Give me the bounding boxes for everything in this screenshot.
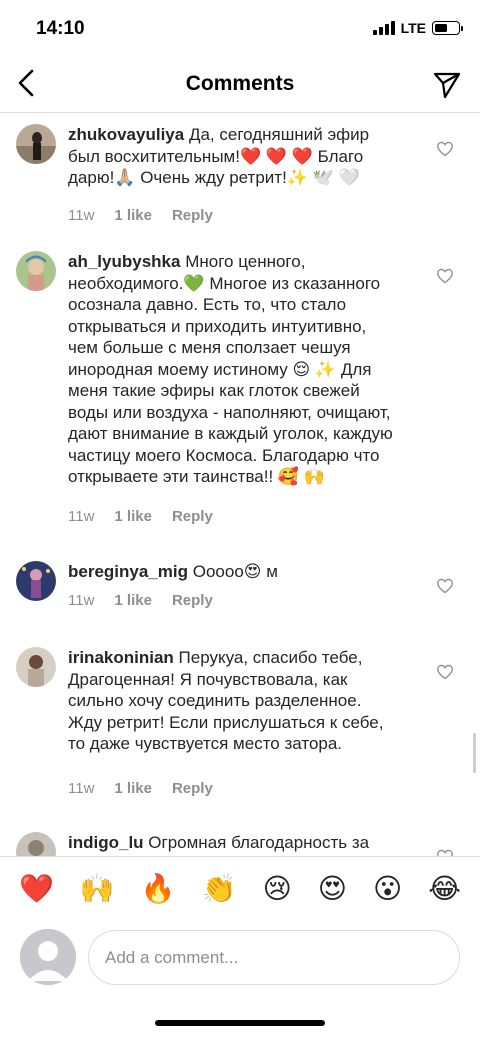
comment-age: 11w [68, 508, 95, 525]
reply-button[interactable]: Reply [172, 592, 213, 609]
emoji-reaction-bar: ❤️ 🙌 🔥 👏 😢 😍 😮 😂 [0, 856, 480, 920]
like-heart-icon[interactable] [436, 849, 454, 856]
like-heart-icon[interactable] [436, 664, 454, 680]
comment-username[interactable]: indigo_lu [68, 833, 144, 852]
clapping-emoji-button[interactable]: 👏 [202, 872, 237, 905]
comment-age: 11w [68, 780, 95, 797]
comment-meta: 11w 1 like Reply [68, 207, 213, 224]
like-heart-icon[interactable] [436, 141, 454, 157]
header: Comments [0, 58, 480, 113]
surprised-emoji-button[interactable]: 😮 [373, 872, 402, 905]
comment-username[interactable]: bereginya_mig [68, 562, 188, 581]
comment-text: irinakoninian Перукуа, спасибо тебе, Дра… [68, 647, 400, 755]
likes-count[interactable]: 1 like [114, 207, 152, 224]
comment-message: Много ценного, необходимого.💚 Многое из … [68, 252, 393, 486]
comment-text: ah_lyubyshka Много ценного, необходимого… [68, 251, 400, 488]
comment-username[interactable]: irinakoninian [68, 648, 174, 667]
raised-hands-emoji-button[interactable]: 🙌 [80, 872, 115, 905]
comment-meta: 11w 1 like Reply [68, 592, 213, 609]
page-title: Comments [185, 72, 295, 95]
comment-age: 11w [68, 592, 95, 609]
likes-count[interactable]: 1 like [114, 780, 152, 797]
comment-message: Ооооо😍 м [192, 562, 278, 581]
avatar [20, 929, 76, 985]
comment-text: zhukovayuliya Да, сегодняшний эфир был в… [68, 124, 400, 189]
paper-plane-icon[interactable] [432, 70, 462, 100]
reply-button[interactable]: Reply [172, 780, 213, 797]
network-label: LTE [400, 20, 426, 36]
likes-count[interactable]: 1 like [114, 592, 152, 609]
like-heart-icon[interactable] [436, 268, 454, 284]
like-heart-icon[interactable] [436, 578, 454, 594]
avatar[interactable] [16, 647, 56, 687]
comment-meta: 11w 1 like Reply [68, 508, 213, 525]
comment-age: 11w [68, 207, 95, 224]
avatar[interactable] [16, 561, 56, 601]
likes-count[interactable]: 1 like [114, 508, 152, 525]
reply-button[interactable]: Reply [172, 207, 213, 224]
laughing-emoji-button[interactable]: 😂 [428, 872, 461, 905]
status-icons: LTE [372, 20, 463, 36]
comment-username[interactable]: zhukovayuliya [68, 125, 184, 144]
avatar[interactable] [16, 832, 56, 856]
avatar[interactable] [16, 251, 56, 291]
comments-list[interactable]: zhukovayuliya Да, сегодняшний эфир был в… [0, 114, 480, 856]
comment-composer [0, 925, 480, 989]
crying-emoji-button[interactable]: 😢 [263, 872, 292, 905]
add-comment-input[interactable] [88, 930, 460, 985]
avatar[interactable] [16, 124, 56, 164]
reply-button[interactable]: Reply [172, 508, 213, 525]
battery-icon [432, 21, 463, 35]
comment-text: indigo_lu Огромная благодарность за [68, 832, 400, 854]
heart-eyes-emoji-button[interactable]: 😍 [318, 872, 347, 905]
comment-message: Огромная благодарность за [148, 833, 370, 852]
status-bar: 14:10 LTE [0, 0, 480, 58]
comment-username[interactable]: ah_lyubyshka [68, 252, 180, 271]
home-indicator [155, 1020, 325, 1026]
comment-meta: 11w 1 like Reply [68, 780, 213, 797]
signal-icon [372, 21, 395, 35]
status-time: 14:10 [36, 18, 85, 39]
scrollbar[interactable] [473, 733, 476, 773]
comment-text: bereginya_mig Ооооо😍 м [68, 561, 400, 583]
red-heart-emoji-button[interactable]: ❤️ [19, 872, 54, 905]
fire-emoji-button[interactable]: 🔥 [141, 872, 176, 905]
